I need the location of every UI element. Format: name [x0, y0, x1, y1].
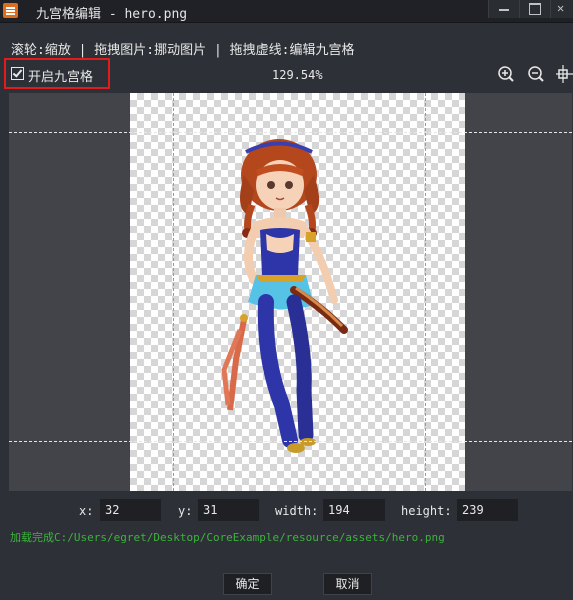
x-label: x: [79, 504, 94, 518]
cancel-button[interactable]: 取消 [323, 573, 372, 595]
nine-slice-guide-bottom[interactable] [9, 441, 572, 442]
fit-icon [556, 65, 573, 83]
close-button[interactable] [550, 0, 573, 18]
x-input[interactable] [100, 499, 161, 521]
maximize-button[interactable] [519, 0, 550, 18]
app-icon [3, 3, 18, 18]
fit-view-button[interactable] [556, 64, 573, 84]
y-input[interactable] [198, 499, 259, 521]
y-label: y: [178, 504, 193, 518]
nine-slice-guide-right[interactable] [425, 93, 426, 491]
hero-image[interactable] [194, 130, 364, 460]
zoom-in-icon [498, 66, 514, 82]
nine-slice-guide-top[interactable] [9, 132, 572, 133]
confirm-button[interactable]: 确定 [223, 573, 272, 595]
nine-slice-guide-left[interactable] [173, 93, 174, 491]
load-status: 加载完成C:/Users/egret/Desktop/CoreExample/r… [10, 531, 445, 544]
zoom-in-button[interactable] [496, 64, 516, 84]
minimize-button[interactable] [488, 0, 519, 18]
enable-nine-slice-toggle[interactable]: 开启九宫格 [4, 58, 110, 89]
width-label: width: [275, 504, 319, 518]
title-bar: 九宫格编辑 - hero.png [0, 0, 573, 23]
enable-nine-slice-label: 开启九宫格 [28, 70, 94, 85]
zoom-level: 129.54% [272, 68, 323, 82]
width-input[interactable] [323, 499, 385, 521]
usage-hint: 滚轮:缩放 | 拖拽图片:挪动图片 | 拖拽虚线:编辑九宫格 [11, 43, 355, 58]
height-input[interactable] [457, 499, 518, 521]
zoom-out-button[interactable] [526, 64, 546, 84]
window-title: 九宫格编辑 - hero.png [36, 7, 188, 22]
zoom-out-icon [528, 66, 544, 82]
height-label: height: [401, 504, 452, 518]
edit-canvas[interactable] [9, 93, 572, 491]
checkbox-checked-icon[interactable] [11, 67, 24, 80]
